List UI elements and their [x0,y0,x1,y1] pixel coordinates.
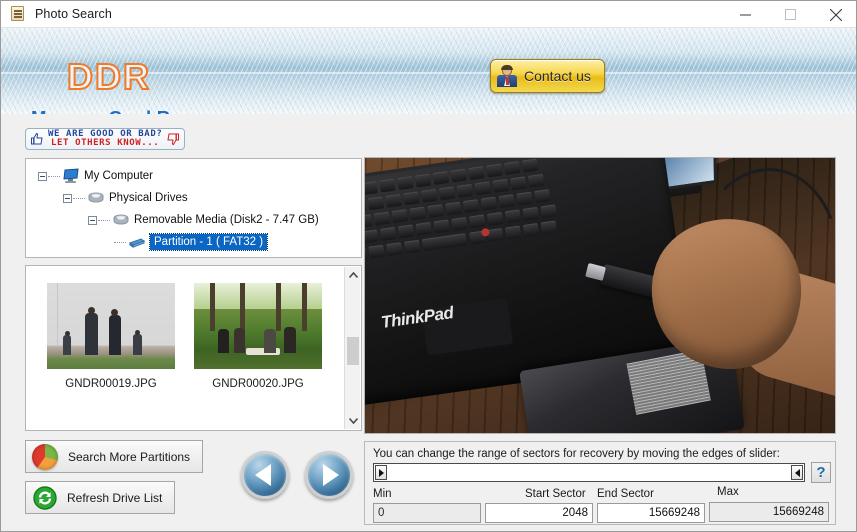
sector-range-panel: You can change the range of sectors for … [364,441,836,525]
tree-node-removable-media[interactable]: Removable Media (Disk2 - 7.47 GB) [26,209,361,231]
thumbnail-list: GNDR00019.JPG GNDR00020.JPG [26,266,361,390]
window-title: Photo Search [35,7,112,21]
start-sector-label: Start Sector [525,488,586,500]
next-arrow-icon [323,464,339,486]
file-thumbnails-panel: GNDR00019.JPG GNDR00020.JPG [25,265,362,431]
tree-connector [48,175,60,177]
thumbnail-item[interactable]: GNDR00020.JPG [194,283,322,390]
previous-arrow-icon [255,464,271,486]
maximize-icon [785,9,796,20]
action-buttons-group: Search More Partitions Refresh Drive Lis… [25,438,362,524]
end-sector-input[interactable] [597,503,705,523]
min-sector-input[interactable] [373,503,481,523]
maximize-button[interactable] [768,1,813,28]
app-banner: DDR Memory Card Recovery Contact us [1,28,856,114]
laptop-keyboard [365,158,601,301]
help-button[interactable]: ? [811,462,831,483]
thumbnail-filename: GNDR00020.JPG [212,378,304,390]
preview-image-panel: ThinkPad [364,157,836,434]
contact-us-button[interactable]: Contact us [490,59,605,93]
refresh-drive-list-button[interactable]: Refresh Drive List [25,481,175,514]
max-sector-field: Max [709,486,829,522]
search-more-partitions-label: Search More Partitions [68,449,191,464]
minimize-icon [740,14,751,16]
sector-range-slider[interactable] [373,463,805,482]
thumbnail-item[interactable]: GNDR00019.JPG [47,283,175,390]
photo-search-window: Photo Search DDR Memory Card Recovery Co… [0,0,857,532]
window-controls [723,1,856,28]
tree-expander[interactable] [63,193,72,203]
app-icon [10,6,26,22]
sector-range-instruction: You can change the range of sectors for … [373,448,780,460]
thumbs-down-icon [166,132,180,146]
next-button[interactable] [305,451,353,499]
refresh-drive-list-label: Refresh Drive List [67,490,163,505]
thumbnails-scrollbar[interactable] [344,267,360,429]
tree-node-partition-1[interactable]: Partition - 1 ( FAT32 ) [26,231,361,253]
refresh-icon [33,485,57,510]
drive-tree: My Computer Physical Drives Removable Me… [26,159,361,253]
drive-icon [112,212,130,228]
slider-right-handle[interactable] [791,465,803,480]
max-sector-label: Max [717,486,739,498]
tree-label-selected: Partition - 1 ( FAT32 ) [148,233,269,251]
help-label: ? [816,464,826,481]
tree-connector [73,197,85,199]
thumbnail-filename: GNDR00019.JPG [65,378,157,390]
max-sector-input[interactable] [709,502,829,522]
start-sector-field: Start Sector [485,488,593,523]
minimize-button[interactable] [723,1,768,28]
tree-label: My Computer [84,170,154,182]
ddr-logo: DDR [66,55,151,98]
drive-icon [87,190,105,206]
end-sector-label: End Sector [597,488,654,500]
tree-label: Physical Drives [109,192,188,204]
partition-icon [128,234,146,250]
thumbnail-image-picnic[interactable] [194,283,322,369]
tree-expander[interactable] [88,215,97,225]
tree-expander[interactable] [38,171,47,181]
tree-label: Removable Media (Disk2 - 7.47 GB) [134,214,319,226]
end-sector-field: End Sector [597,488,705,523]
thumbs-up-icon [30,132,44,146]
feedback-line-2: LET OTHERS KNOW... [51,138,160,148]
tree-node-my-computer[interactable]: My Computer [26,165,361,187]
contact-us-label: Contact us [524,68,591,84]
slider-left-handle[interactable] [375,465,387,480]
app-subtitle: Memory Card Recovery [31,107,242,114]
feedback-text: WE ARE GOOD OR BAD? LET OTHERS KNOW... [48,129,162,149]
previous-button[interactable] [241,451,289,499]
tree-connector [98,219,110,221]
feedback-banner[interactable]: WE ARE GOOD OR BAD? LET OTHERS KNOW... [25,128,186,150]
tree-connector [114,241,126,243]
computer-icon [62,168,80,184]
start-sector-input[interactable] [485,503,593,523]
chevron-down-icon[interactable] [345,412,361,429]
chevron-up-icon[interactable] [345,267,361,284]
search-more-partitions-button[interactable]: Search More Partitions [25,440,203,473]
tree-node-physical-drives[interactable]: Physical Drives [26,187,361,209]
person-icon [496,64,518,88]
close-button[interactable] [813,1,856,28]
drive-tree-panel: My Computer Physical Drives Removable Me… [25,158,362,258]
close-icon [829,8,842,21]
pie-chart-icon [32,443,58,470]
thumbnail-image-family[interactable] [47,283,175,369]
title-bar: Photo Search [1,1,856,28]
min-sector-field: Min [373,488,481,523]
min-sector-label: Min [373,488,392,500]
scrollbar-thumb[interactable] [347,337,359,365]
